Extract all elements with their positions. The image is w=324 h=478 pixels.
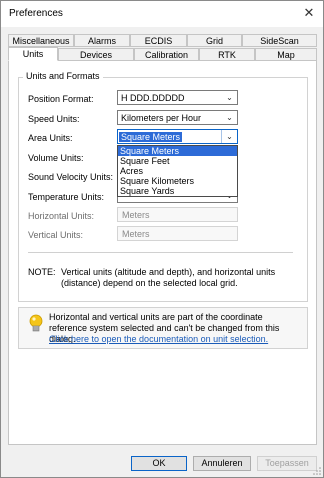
chevron-down-icon: ⌄ (221, 130, 237, 143)
group-title: Units and Formats (23, 71, 103, 81)
preferences-window: Preferences ✕ Miscellaneous Alarms ECDIS… (0, 0, 324, 478)
ok-button[interactable]: OK (131, 456, 187, 471)
tab-ecdis[interactable]: ECDIS (130, 34, 187, 47)
tab-grid[interactable]: Grid (187, 34, 242, 47)
tab-alarms[interactable]: Alarms (74, 34, 130, 47)
dropdown-option[interactable]: Acres (118, 166, 237, 176)
volume-units-label: Volume Units: (28, 153, 84, 163)
tab-sidescan[interactable]: SideScan (242, 34, 317, 47)
sound-velocity-units-label: Sound Velocity Units: (28, 172, 114, 182)
position-format-value: H DDD.DDDDD (121, 93, 185, 103)
title-bar: Preferences ✕ (1, 1, 323, 27)
window-title: Preferences (9, 8, 63, 19)
area-units-label: Area Units: (28, 133, 73, 143)
dropdown-option[interactable]: Square Feet (118, 156, 237, 166)
chevron-down-icon: ⌄ (226, 113, 233, 122)
horizontal-units-field: Meters (117, 207, 238, 222)
position-format-label: Position Format: (28, 94, 94, 104)
resize-grip-icon[interactable] (313, 467, 321, 475)
lightbulb-icon (29, 314, 43, 332)
dropdown-option[interactable]: Square Yards (118, 186, 237, 196)
vertical-units-label: Vertical Units: (28, 230, 84, 240)
area-units-dropdown-list[interactable]: Square Meters Square Feet Acres Square K… (117, 145, 238, 197)
vertical-units-field: Meters (117, 226, 238, 241)
horizontal-units-label: Horizontal Units: (28, 211, 95, 221)
apply-button[interactable]: Toepassen (257, 456, 317, 471)
chevron-down-icon: ⌄ (226, 93, 233, 102)
dropdown-option[interactable]: Square Kilometers (118, 176, 237, 186)
tab-units[interactable]: Units (8, 47, 58, 61)
documentation-link[interactable]: Click here to open the documentation on … (49, 334, 268, 344)
area-units-value: Square Meters (119, 132, 183, 142)
speed-units-select[interactable]: Kilometers per Hour ⌄ (117, 110, 238, 125)
position-format-select[interactable]: H DDD.DDDDD ⌄ (117, 90, 238, 105)
close-icon[interactable]: ✕ (301, 5, 317, 21)
divider (28, 252, 293, 253)
tab-miscellaneous[interactable]: Miscellaneous (8, 34, 74, 47)
horizontal-units-value: Meters (122, 210, 150, 220)
vertical-units-value: Meters (122, 229, 150, 239)
speed-units-label: Speed Units: (28, 114, 80, 124)
area-units-select[interactable]: Square Meters ⌄ (117, 129, 238, 144)
temperature-units-label: Temperature Units: (28, 192, 105, 202)
speed-units-value: Kilometers per Hour (121, 113, 202, 123)
cancel-button[interactable]: Annuleren (193, 456, 251, 471)
dropdown-option[interactable]: Square Meters (118, 146, 237, 156)
note-label: NOTE: (28, 267, 56, 277)
note-text: Vertical units (altitude and depth), and… (61, 267, 276, 288)
